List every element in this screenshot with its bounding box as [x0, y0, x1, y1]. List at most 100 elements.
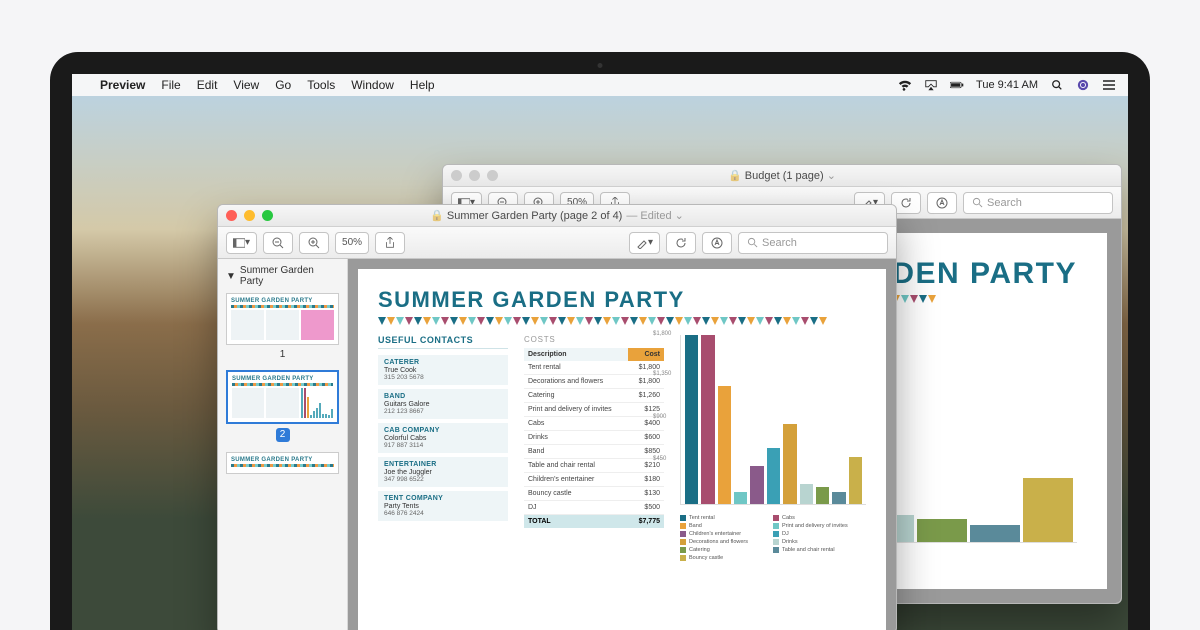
chart-bar: [750, 466, 763, 504]
legend-item: Tent rental: [680, 515, 773, 521]
chart-bar: [917, 519, 967, 542]
chart-bar: [718, 386, 731, 504]
edited-label: — Edited: [626, 210, 671, 222]
window-title: Budget (1 page): [745, 170, 824, 182]
cost-row: Bouncy castle$130: [524, 487, 664, 501]
search-placeholder: Search: [762, 237, 797, 249]
page-thumbnail-3[interactable]: SUMMER GARDEN PARTY: [226, 452, 339, 474]
battery-icon[interactable]: [950, 79, 964, 91]
chart-bar: [970, 525, 1020, 542]
traffic-lights: [226, 210, 273, 221]
window-title: Summer Garden Party (page 2 of 4): [447, 210, 622, 222]
laptop-frame: Preview File Edit View Go Tools Window H…: [50, 52, 1150, 630]
lock-icon: 🔒: [430, 209, 444, 222]
menu-help[interactable]: Help: [410, 78, 435, 92]
contact-card: TENT COMPANYParty Tents646 876 2424: [378, 491, 508, 521]
spotlight-icon[interactable]: [1050, 79, 1064, 91]
menu-window[interactable]: Window: [351, 78, 394, 92]
legend-item: Children's entertainer: [680, 531, 773, 537]
contacts-heading: USEFUL CONTACTS: [378, 335, 508, 349]
menu-go[interactable]: Go: [275, 78, 291, 92]
cost-row: Children's entertainer$180: [524, 473, 664, 487]
menu-view[interactable]: View: [233, 78, 259, 92]
chart-bar: [701, 335, 714, 504]
titlebar[interactable]: 🔒 Budget (1 page) ⌄: [443, 165, 1121, 187]
menu-edit[interactable]: Edit: [197, 78, 218, 92]
chart-bar: [767, 448, 780, 504]
close-button[interactable]: [226, 210, 237, 221]
cost-row: Band$850: [524, 445, 664, 459]
costs-heading: COSTS: [524, 335, 664, 344]
traffic-lights: [451, 170, 498, 181]
doc-title: SUMMER GARDEN PARTY: [378, 287, 866, 313]
chevron-down-icon[interactable]: ⌄: [675, 209, 684, 222]
thumb-label-1: 1: [226, 349, 339, 360]
siri-icon[interactable]: [1076, 79, 1090, 91]
chart-bar: [849, 457, 862, 504]
search-field[interactable]: Search: [738, 232, 888, 254]
share-button[interactable]: [375, 232, 405, 254]
costs-total-row: TOTAL$7,775: [524, 515, 664, 528]
chevron-down-icon[interactable]: ⌄: [827, 169, 836, 182]
contact-card: BANDGuitars Galore212 123 8667: [378, 389, 508, 419]
legend-item: DJ: [773, 531, 866, 537]
cost-row: Cabs$400: [524, 417, 664, 431]
sidebar-title[interactable]: ▼Summer Garden Party: [226, 265, 339, 287]
toolbar: ▾ 50% ▾ Search: [218, 227, 896, 259]
legend-item: Catering: [680, 547, 773, 553]
costs-table-header: DescriptionCost: [524, 348, 664, 361]
contact-card: CAB COMPANYColorful Cabs917 887 3114: [378, 423, 508, 453]
page-thumbnail-1[interactable]: SUMMER GARDEN PARTY: [226, 293, 339, 345]
camera-dot: [598, 63, 603, 68]
minimize-button[interactable]: [469, 170, 480, 181]
cost-row: Decorations and flowers$1,800: [524, 375, 664, 389]
window-summer-garden-party[interactable]: 🔒 Summer Garden Party (page 2 of 4) — Ed…: [217, 204, 897, 630]
legend-item: Table and chair rental: [773, 547, 866, 553]
titlebar[interactable]: 🔒 Summer Garden Party (page 2 of 4) — Ed…: [218, 205, 896, 227]
rotate-button[interactable]: [666, 232, 696, 254]
lock-icon: 🔒: [728, 169, 742, 182]
search-field[interactable]: Search: [963, 192, 1113, 214]
legend-item: Cabs: [773, 515, 866, 521]
legend-item: Drinks: [773, 539, 866, 545]
airplay-icon[interactable]: [924, 79, 938, 91]
highlight-button[interactable]: ▾: [629, 232, 660, 254]
chart-bar: [832, 492, 845, 504]
zoom-button[interactable]: [262, 210, 273, 221]
minimize-button[interactable]: [244, 210, 255, 221]
search-placeholder: Search: [987, 197, 1022, 209]
markup-button[interactable]: [702, 232, 732, 254]
thumbnail-sidebar: ▼Summer Garden Party SUMMER GARDEN PARTY…: [218, 259, 348, 630]
chart-bar: [816, 487, 829, 504]
chart-bar: [685, 335, 698, 504]
desktop-screen: Preview File Edit View Go Tools Window H…: [72, 74, 1128, 630]
legend-item: Bouncy castle: [680, 555, 773, 561]
menu-file[interactable]: File: [161, 78, 180, 92]
page-thumbnail-2[interactable]: SUMMER GARDEN PARTY: [226, 370, 339, 424]
clock[interactable]: Tue 9:41 AM: [976, 79, 1038, 91]
legend-item: Print and delivery of invites: [773, 523, 866, 529]
cost-row: Catering$1,260: [524, 389, 664, 403]
chart-bar: [783, 424, 796, 504]
markup-button[interactable]: [927, 192, 957, 214]
chart-legend: Tent rentalCabsBandPrint and delivery of…: [680, 515, 866, 563]
zoom-in-button[interactable]: [299, 232, 329, 254]
wifi-icon[interactable]: [898, 79, 912, 91]
menu-tools[interactable]: Tools: [307, 78, 335, 92]
document-page: SUMMER GARDEN PARTY USEFUL CONTACTS CATE…: [358, 269, 886, 630]
legend-item: Band: [680, 523, 773, 529]
zoom-level[interactable]: 50%: [335, 232, 369, 254]
cost-row: Print and delivery of invites$125: [524, 403, 664, 417]
chart-bar: [734, 492, 747, 504]
chart-bar: [800, 484, 813, 504]
bunting-decoration: [378, 317, 866, 327]
zoom-out-button[interactable]: [263, 232, 293, 254]
notification-center-icon[interactable]: [1102, 79, 1116, 91]
thumb-label-2: 2: [276, 428, 290, 442]
app-name[interactable]: Preview: [100, 78, 145, 92]
contact-card: ENTERTAINERJoe the Juggler347 998 6522: [378, 457, 508, 487]
cost-row: DJ$500: [524, 501, 664, 515]
sidebar-toggle-button[interactable]: ▾: [226, 232, 257, 254]
close-button[interactable]: [451, 170, 462, 181]
zoom-button[interactable]: [487, 170, 498, 181]
